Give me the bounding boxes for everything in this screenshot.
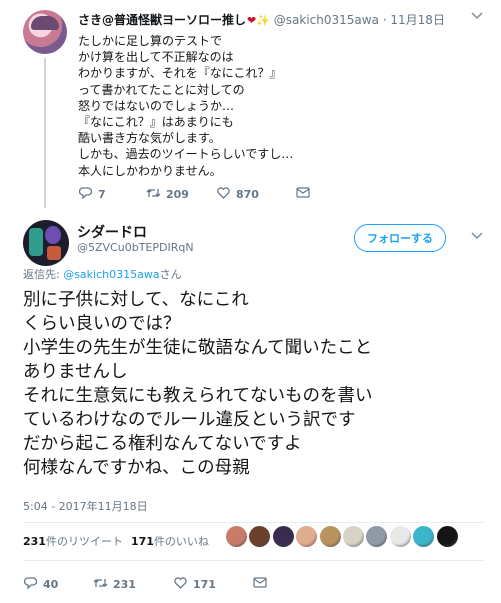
liker-avatar[interactable] (296, 526, 318, 547)
tweet-text: 別に子供に対して、なにこれ くらい良いのでは？ 小学生の先生が生徒に敬語なんて聞… (23, 288, 493, 480)
tweet-text-line: くらい良いのでは？ (23, 314, 181, 334)
chevron-down-icon[interactable] (471, 230, 483, 243)
tweet-text-line: しかも、過去のツイートらしいですし… (78, 147, 294, 162)
tweet-text-line: わかりますが、それを『なにこれ？』 (78, 66, 282, 81)
liker-avatar[interactable] (226, 526, 247, 547)
separator-dot: · (382, 13, 387, 27)
display-name[interactable]: さき@普通怪獣ヨーソロー推し (78, 13, 246, 27)
like-count: 870 (236, 187, 259, 201)
chevron-down-icon[interactable] (471, 10, 483, 23)
reply-tweet: さき@普通怪獣ヨーソロー推し❤✨ @sakich0315awa · 11月18日… (0, 0, 501, 208)
like-stat-count: 171 (130, 535, 154, 548)
retweet-button[interactable]: 209 (146, 187, 216, 202)
heart-icon (173, 576, 187, 592)
retweet-icon (93, 577, 108, 592)
replying-prefix: 返信先: (23, 268, 64, 281)
reply-count: 7 (98, 187, 106, 201)
handle[interactable]: @5ZVCu0bTEPDIRqN (77, 241, 194, 254)
reply-button[interactable]: 40 (23, 576, 93, 592)
retweet-stat-count: 231 (23, 535, 46, 548)
handle[interactable]: @sakich0315awa (274, 13, 379, 27)
divider (23, 560, 484, 561)
heart-emoji-icon: ❤ (247, 14, 257, 27)
liker-avatar[interactable] (272, 526, 294, 547)
liker-avatar[interactable] (319, 526, 341, 547)
display-name[interactable]: シダードロ (77, 222, 147, 242)
avatar[interactable] (23, 10, 67, 54)
tweet-text-line: 本人にしかわかりません。 (78, 163, 222, 178)
liker-avatar[interactable] (342, 526, 364, 547)
reply-icon (78, 186, 92, 202)
retweet-icon (146, 187, 161, 202)
dm-button[interactable] (296, 187, 310, 201)
retweet-stat[interactable]: 231件のリツイート (23, 533, 123, 549)
reply-icon (23, 576, 37, 592)
replying-to: 返信先: @sakich0315awaさん (23, 266, 182, 282)
heart-icon (216, 186, 230, 202)
replying-suffix: さん (159, 268, 182, 281)
like-stat[interactable]: 171件のいいね (131, 533, 209, 549)
tweet-text-line: だから起こる権利なんてないですよ (23, 434, 302, 454)
liker-avatars (226, 526, 460, 547)
retweet-count: 231 (113, 577, 136, 591)
tweet-text-line: 怒りではないのでしょうか… (78, 98, 235, 113)
tweet-timestamp[interactable]: 5:04 - 2017年11月18日 (23, 498, 148, 514)
tweet-text-line: 酷い書き方な気がします。 (78, 131, 221, 146)
tweet-stats: 231件のリツイート 171件のいいね (23, 533, 209, 549)
like-button[interactable]: 171 (173, 576, 253, 592)
reply-count: 40 (43, 577, 59, 591)
tweet-text-line: かけ算を出して不正解なのは (78, 50, 234, 65)
tweet-text-line: ありませんし (23, 362, 128, 382)
mail-icon (253, 577, 267, 591)
liker-avatar[interactable] (389, 526, 411, 547)
retweet-count: 209 (166, 187, 189, 201)
sparkle-emoji-icon: ✨ (256, 14, 270, 27)
like-button[interactable]: 870 (216, 186, 296, 202)
tweet-text-line: たしかに足し算のテストで (78, 34, 223, 48)
main-tweet: シダードロ @5ZVCu0bTEPDIRqN フォローする 返信先: @saki… (0, 208, 501, 603)
retweet-button[interactable]: 231 (93, 577, 173, 592)
reply-button[interactable]: 7 (78, 186, 146, 202)
tweet-header: さき@普通怪獣ヨーソロー推し❤✨ @sakich0315awa · 11月18日 (78, 12, 445, 29)
tweet-text-line: 『なにこれ？』はあまりにも (78, 115, 234, 130)
mail-icon (296, 187, 310, 201)
liker-avatar[interactable] (366, 526, 388, 547)
divider (23, 522, 484, 523)
like-stat-label: 件のいいね (153, 535, 209, 548)
follow-button[interactable]: フォローする (354, 224, 446, 252)
liker-avatar[interactable] (413, 526, 435, 547)
tweet-text-line: 小学生の先生が生徒に敬語なんて聞いたこと (23, 338, 373, 358)
tweet-actions: 7 209 870 (78, 186, 310, 202)
retweet-stat-label: 件のリツイート (45, 535, 123, 548)
dm-button[interactable] (253, 577, 267, 591)
tweet-text-line: 別に子供に対して、なにこれ (23, 290, 249, 310)
tweet-time[interactable]: 11月18日 (390, 13, 445, 27)
tweet-text-line: って書かれてたことに対しての (78, 82, 245, 97)
like-count: 171 (193, 577, 216, 591)
liker-avatar[interactable] (436, 526, 458, 547)
thread-connector (44, 58, 46, 208)
tweet-text: たしかに足し算のテストで かけ算を出して不正解なのは わかりますが、それを『なに… (78, 33, 478, 179)
tweet-text-line: ているわけなのでルール違反という訳です (23, 410, 356, 430)
liker-avatar[interactable] (249, 526, 271, 547)
mention-link[interactable]: @sakich0315awa (63, 268, 159, 281)
tweet-text-line: それに生意気にも教えられてないものを書い (23, 386, 373, 406)
tweet-text-line: 何様なんですかね、この母親 (23, 458, 250, 478)
avatar[interactable] (23, 220, 69, 266)
tweet-actions: 40 231 171 (23, 576, 267, 592)
